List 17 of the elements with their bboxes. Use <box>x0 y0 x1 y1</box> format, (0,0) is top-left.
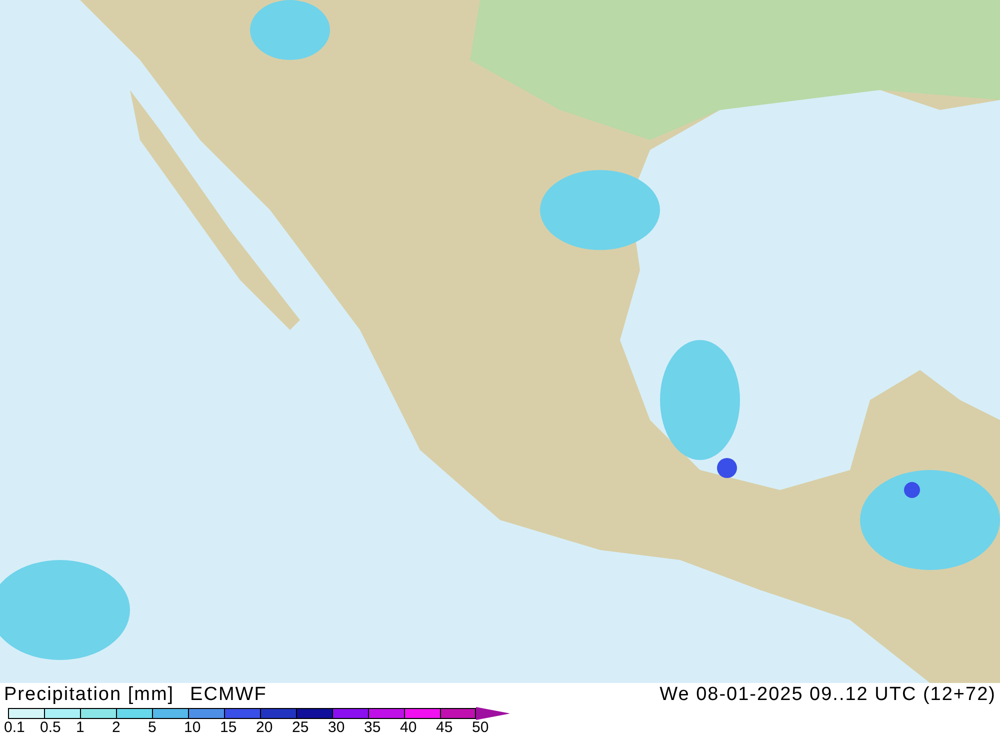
legend-label: 10 <box>184 720 202 733</box>
valid-time: We 08-01-2025 09..12 UTC (12+72) <box>660 683 996 707</box>
legend-label: 5 <box>148 720 158 733</box>
model-name: ECMWF <box>190 683 267 707</box>
legend-label: 2 <box>112 720 122 733</box>
legend-label: 40 <box>400 720 418 733</box>
legend-label: 35 <box>364 720 382 733</box>
legend-label: 0.5 <box>40 720 62 733</box>
legend-label: 25 <box>292 720 310 733</box>
legend-label: 1 <box>76 720 86 733</box>
legend-label: 15 <box>220 720 238 733</box>
legend-label: 30 <box>328 720 346 733</box>
legend-label: 0.1 <box>4 720 26 733</box>
legend-label: 45 <box>436 720 454 733</box>
legend-label: 50 <box>472 720 490 733</box>
map-title: Precipitation [mm] <box>4 683 174 707</box>
legend-label: 20 <box>256 720 274 733</box>
